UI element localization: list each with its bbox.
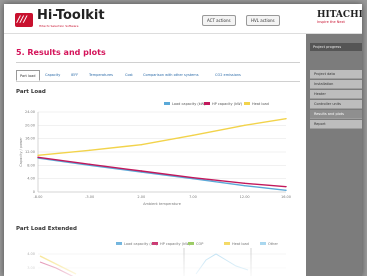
part-load-extended-chart: Load capacity (kW) HP capacity (kW) COP Hea… bbox=[16, 240, 300, 276]
legend-swatch bbox=[260, 242, 266, 245]
main-content: 5. Results and plots Part load Capacity … bbox=[4, 34, 306, 276]
data-point bbox=[88, 149, 91, 152]
legend-swatch bbox=[116, 242, 122, 245]
data-point bbox=[88, 163, 91, 166]
app-window: /// Hi-Toolkit Hitachi Selection Softwar… bbox=[4, 4, 362, 276]
y-tick-label: 20.00 bbox=[25, 123, 35, 127]
series-line-2 bbox=[37, 117, 287, 157]
tab-ieff[interactable]: IEFF bbox=[68, 70, 81, 80]
header-button-hvl[interactable]: HVL actions bbox=[246, 15, 280, 26]
tab-part-load[interactable]: Part load bbox=[16, 70, 40, 81]
x-tick-label: 2.00 bbox=[137, 195, 145, 199]
tab-cost[interactable]: Cost bbox=[122, 70, 136, 80]
y-tick-label: 3.00 bbox=[27, 266, 35, 270]
brand-tagline: Inspire the Next bbox=[317, 20, 345, 24]
legend-label: Load capacity (kW) bbox=[172, 102, 206, 106]
legend-swatch bbox=[224, 242, 230, 245]
x-tick-label: -3.00 bbox=[85, 195, 94, 199]
x-tick-label: 7.00 bbox=[189, 195, 197, 199]
tab-comparison[interactable]: Comparison with other systems bbox=[140, 70, 202, 80]
sidebar-item-results-and-plots[interactable]: Results and plots bbox=[310, 110, 362, 119]
legend-label: HP capacity (kW) bbox=[212, 102, 243, 106]
y-tick-label: 24.00 bbox=[25, 110, 35, 114]
series-line-1 bbox=[37, 156, 287, 188]
data-point bbox=[192, 134, 194, 137]
data-point bbox=[140, 143, 143, 146]
brand-logo: HITACHI bbox=[317, 10, 362, 20]
title-divider bbox=[16, 62, 300, 63]
part-load-chart: Load capacity (kW) HP capacity (kW) Heat l… bbox=[19, 102, 291, 206]
data-point bbox=[37, 156, 39, 159]
app-subtitle: Hitachi Selection Software bbox=[39, 24, 79, 28]
x-axis-label: Ambient temperature bbox=[143, 202, 181, 206]
y-tick-label: 4.00 bbox=[27, 252, 35, 256]
data-point bbox=[243, 124, 246, 127]
legend-swatch bbox=[244, 102, 250, 105]
legend-label: Heat load bbox=[232, 242, 249, 246]
x-tick-label: -8.00 bbox=[33, 195, 42, 199]
app-header: /// Hi-Toolkit Hitachi Selection Softwar… bbox=[4, 4, 362, 34]
data-point bbox=[37, 154, 39, 157]
y-tick-label: 12.00 bbox=[25, 150, 35, 154]
x-tick-label: 12.00 bbox=[240, 195, 250, 199]
legend-label: COP bbox=[196, 242, 203, 246]
legend-label: Heat load bbox=[252, 102, 269, 106]
legend-label: HP capacity (kW) bbox=[160, 242, 191, 246]
legend-swatch bbox=[164, 102, 170, 105]
app-title: Hi-Toolkit bbox=[37, 8, 105, 23]
legend-swatch bbox=[204, 102, 210, 105]
legend-swatch bbox=[152, 242, 158, 245]
sidebar: Project progress Project data Installati… bbox=[306, 34, 362, 276]
data-point bbox=[192, 176, 194, 179]
sidebar-item-controller-units[interactable]: Controller units bbox=[310, 100, 362, 109]
tab-capacity[interactable]: Capacity bbox=[42, 70, 63, 80]
sidebar-header: Project progress bbox=[310, 43, 362, 51]
y-tick-label: 8.00 bbox=[27, 163, 35, 167]
legend-label: Other bbox=[268, 242, 278, 246]
tab-temperatures[interactable]: Temperatures bbox=[86, 70, 116, 80]
data-point bbox=[140, 170, 143, 172]
y-tick-label: 4.00 bbox=[27, 177, 35, 181]
y-tick-label: 0 bbox=[33, 190, 35, 194]
data-point bbox=[285, 189, 287, 192]
tab-co2[interactable]: CO2 emissions bbox=[212, 70, 244, 80]
y-axis-label: Capacity / power bbox=[19, 137, 23, 167]
legend-swatch bbox=[188, 242, 194, 245]
app-logo: /// bbox=[15, 13, 33, 27]
sidebar-item-installation[interactable]: Installation bbox=[310, 80, 362, 89]
y-tick-label: 16.00 bbox=[25, 137, 35, 141]
logo-glyph: /// bbox=[17, 15, 27, 25]
data-point bbox=[285, 117, 287, 120]
results-tabs: Part load Capacity IEFF Temperatures Cos… bbox=[16, 70, 300, 82]
sidebar-item-report[interactable]: Report bbox=[310, 120, 362, 129]
data-point bbox=[285, 185, 287, 188]
chart-title-part-load: Part Load bbox=[16, 89, 46, 95]
sidebar-item-project-data[interactable]: Project data bbox=[310, 70, 362, 79]
sidebar-item-heater[interactable]: Heater bbox=[310, 90, 362, 99]
chart-title-part-load-extended: Part Load Extended bbox=[16, 226, 77, 232]
x-tick-label: 16.00 bbox=[281, 195, 291, 199]
data-point bbox=[243, 184, 246, 187]
header-button-act[interactable]: ACT actions bbox=[202, 15, 236, 26]
data-point bbox=[243, 182, 246, 185]
page-title: 5. Results and plots bbox=[16, 48, 106, 57]
